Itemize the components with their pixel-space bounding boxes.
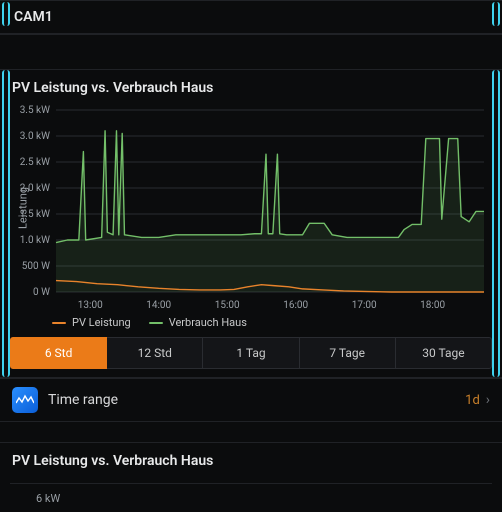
svg-text:0 W: 0 W (33, 287, 50, 298)
header-title: CAM1 (0, 0, 502, 34)
svg-text:14:00: 14:00 (146, 300, 171, 311)
legend-label: Verbrauch Haus (169, 316, 247, 329)
svg-text:13:00: 13:00 (78, 300, 103, 311)
y-tick: 6 kW (10, 483, 492, 512)
time-range-buttons: 6 Std12 Std1 Tag7 Tage30 Tage (10, 337, 492, 369)
range-button[interactable]: 6 Std (10, 337, 107, 369)
svg-text:17:00: 17:00 (352, 300, 377, 311)
svg-text:2.5 kW: 2.5 kW (20, 157, 50, 168)
time-range-icon (12, 387, 38, 413)
time-range-label: Time range (48, 392, 465, 408)
range-button[interactable]: 12 Std (107, 337, 203, 369)
legend-label: PV Leistung (72, 316, 131, 329)
chart-area[interactable]: Leistung 0 W500 W1.0 kW1.5 kW2.0 kW2.5 k… (10, 104, 490, 312)
chevron-right-icon: › (486, 392, 490, 408)
svg-text:3.5 kW: 3.5 kW (20, 105, 50, 116)
svg-text:1.0 kW: 1.0 kW (20, 235, 50, 246)
chart-panel-2: PV Leistung vs. Verbrauch Haus 6 kW (0, 442, 502, 512)
legend-item-pv[interactable]: PV Leistung (52, 316, 131, 329)
time-range-value: 1d (465, 393, 480, 408)
svg-text:16:00: 16:00 (283, 300, 308, 311)
y-axis-label: Leistung (17, 187, 30, 229)
chart-title: PV Leistung vs. Verbrauch Haus (10, 76, 492, 104)
range-button[interactable]: 30 Tage (396, 337, 492, 369)
svg-text:3.0 kW: 3.0 kW (20, 131, 50, 142)
timeseries-chart[interactable]: 0 W500 W1.0 kW1.5 kW2.0 kW2.5 kW3.0 kW3.… (10, 104, 490, 312)
legend: PV Leistung Verbrauch Haus (10, 312, 492, 329)
selection-bracket-right (492, 70, 500, 377)
svg-text:15:00: 15:00 (215, 300, 240, 311)
legend-item-haus[interactable]: Verbrauch Haus (149, 316, 247, 329)
svg-text:500 W: 500 W (22, 261, 50, 272)
range-button[interactable]: 1 Tag (203, 337, 299, 369)
selection-bracket-left (2, 70, 10, 377)
time-range-row[interactable]: Time range 1d › (0, 378, 502, 422)
chart-title: PV Leistung vs. Verbrauch Haus (10, 449, 492, 477)
range-button[interactable]: 7 Tage (300, 337, 396, 369)
chart-panel: PV Leistung vs. Verbrauch Haus Leistung … (0, 69, 502, 378)
svg-text:18:00: 18:00 (420, 300, 445, 311)
